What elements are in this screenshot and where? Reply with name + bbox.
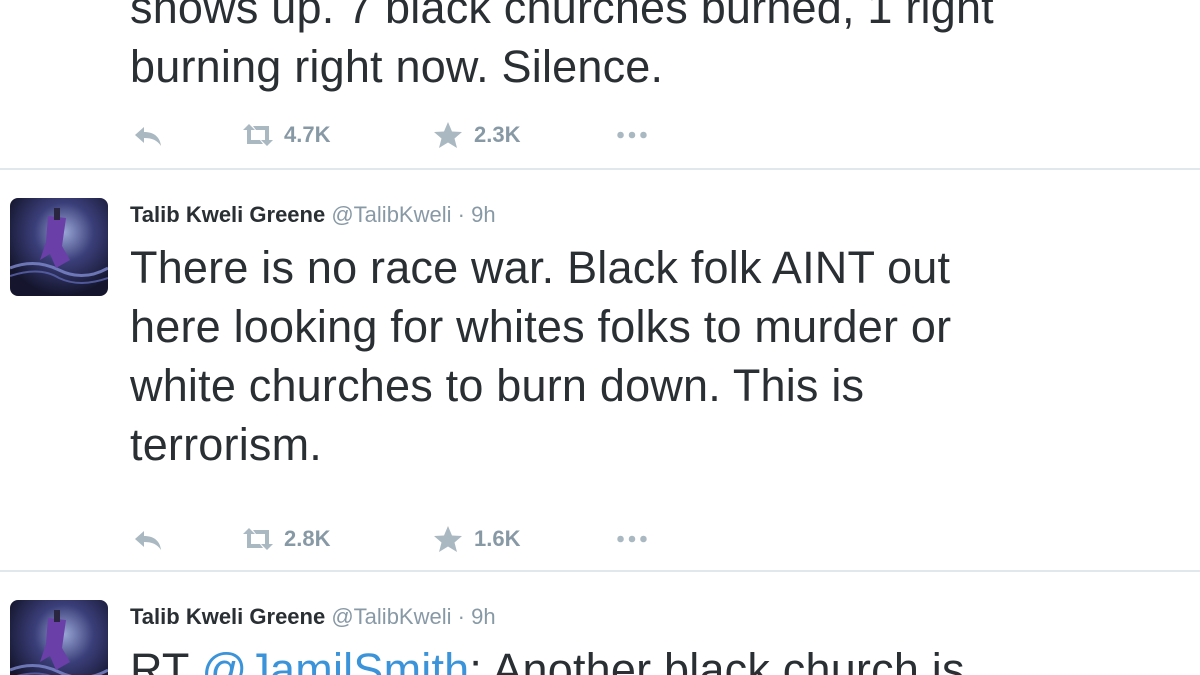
retweet-icon — [243, 528, 273, 550]
tweet-text-line: RT @JamilSmith: Another black church is — [130, 640, 1180, 675]
star-icon — [434, 526, 462, 552]
tweet[interactable]: shows up. 7 black churches burned, 1 rig… — [0, 0, 1200, 168]
display-name[interactable]: Talib Kweli Greene — [130, 202, 325, 227]
tweet-actions: 2.8K 1.6K — [130, 524, 690, 554]
reply-button[interactable] — [130, 524, 166, 554]
retweet-count: 2.8K — [284, 526, 331, 551]
retweet-button[interactable]: 2.8K — [240, 524, 330, 554]
avatar[interactable] — [10, 600, 108, 675]
tweet-text-fragment: : Another black church is — [469, 644, 965, 675]
tweet-header: Talib Kweli Greene @TalibKweli · 9h — [130, 202, 496, 228]
tweet-text-line: terrorism. — [130, 419, 322, 470]
like-count: 2.3K — [474, 122, 521, 147]
more-button[interactable] — [614, 524, 650, 554]
retweet-icon — [243, 124, 273, 146]
tweet-text: RT @JamilSmith: Another black church is — [130, 640, 1180, 675]
like-button[interactable]: 1.6K — [430, 524, 520, 554]
like-button[interactable]: 2.3K — [430, 120, 520, 150]
tweet-header: Talib Kweli Greene @TalibKweli · 9h — [130, 604, 496, 630]
tweet-text: shows up. 7 black churches burned, 1 rig… — [130, 0, 1180, 96]
mention-link[interactable]: @JamilSmith — [201, 644, 469, 675]
avatar[interactable] — [10, 198, 108, 296]
star-icon — [434, 122, 462, 148]
reply-icon — [135, 127, 161, 146]
reply-button[interactable] — [130, 120, 166, 150]
user-handle[interactable]: @TalibKweli — [331, 202, 451, 227]
tweet-actions: 4.7K 2.3K — [130, 120, 690, 150]
tweet-text-line: shows up. 7 black churches burned, 1 rig… — [130, 0, 994, 33]
tweet-text-line: white churches to burn down. This is — [130, 360, 865, 411]
tweet-text-line: There is no race war. Black folk AINT ou… — [130, 242, 951, 293]
retweet-count: 4.7K — [284, 122, 331, 147]
user-handle[interactable]: @TalibKweli — [331, 604, 451, 629]
more-icon — [617, 131, 647, 139]
retweet-button[interactable]: 4.7K — [240, 120, 330, 150]
timestamp[interactable]: 9h — [471, 202, 495, 227]
reply-icon — [135, 531, 161, 550]
timestamp[interactable]: 9h — [471, 604, 495, 629]
separator: · — [457, 604, 465, 629]
display-name[interactable]: Talib Kweli Greene — [130, 604, 325, 629]
separator: · — [457, 202, 465, 227]
tweet[interactable]: Talib Kweli Greene @TalibKweli · 9h Ther… — [0, 170, 1200, 570]
tweet-text-line: burning right now. Silence. — [130, 41, 664, 92]
more-icon — [617, 535, 647, 543]
tweet[interactable]: Talib Kweli Greene @TalibKweli · 9h RT @… — [0, 572, 1200, 675]
tweet-text-line: here looking for whites folks to murder … — [130, 301, 952, 352]
tweet-text: There is no race war. Black folk AINT ou… — [130, 238, 1180, 474]
retweet-prefix: RT — [130, 644, 202, 675]
more-button[interactable] — [614, 120, 650, 150]
like-count: 1.6K — [474, 526, 521, 551]
